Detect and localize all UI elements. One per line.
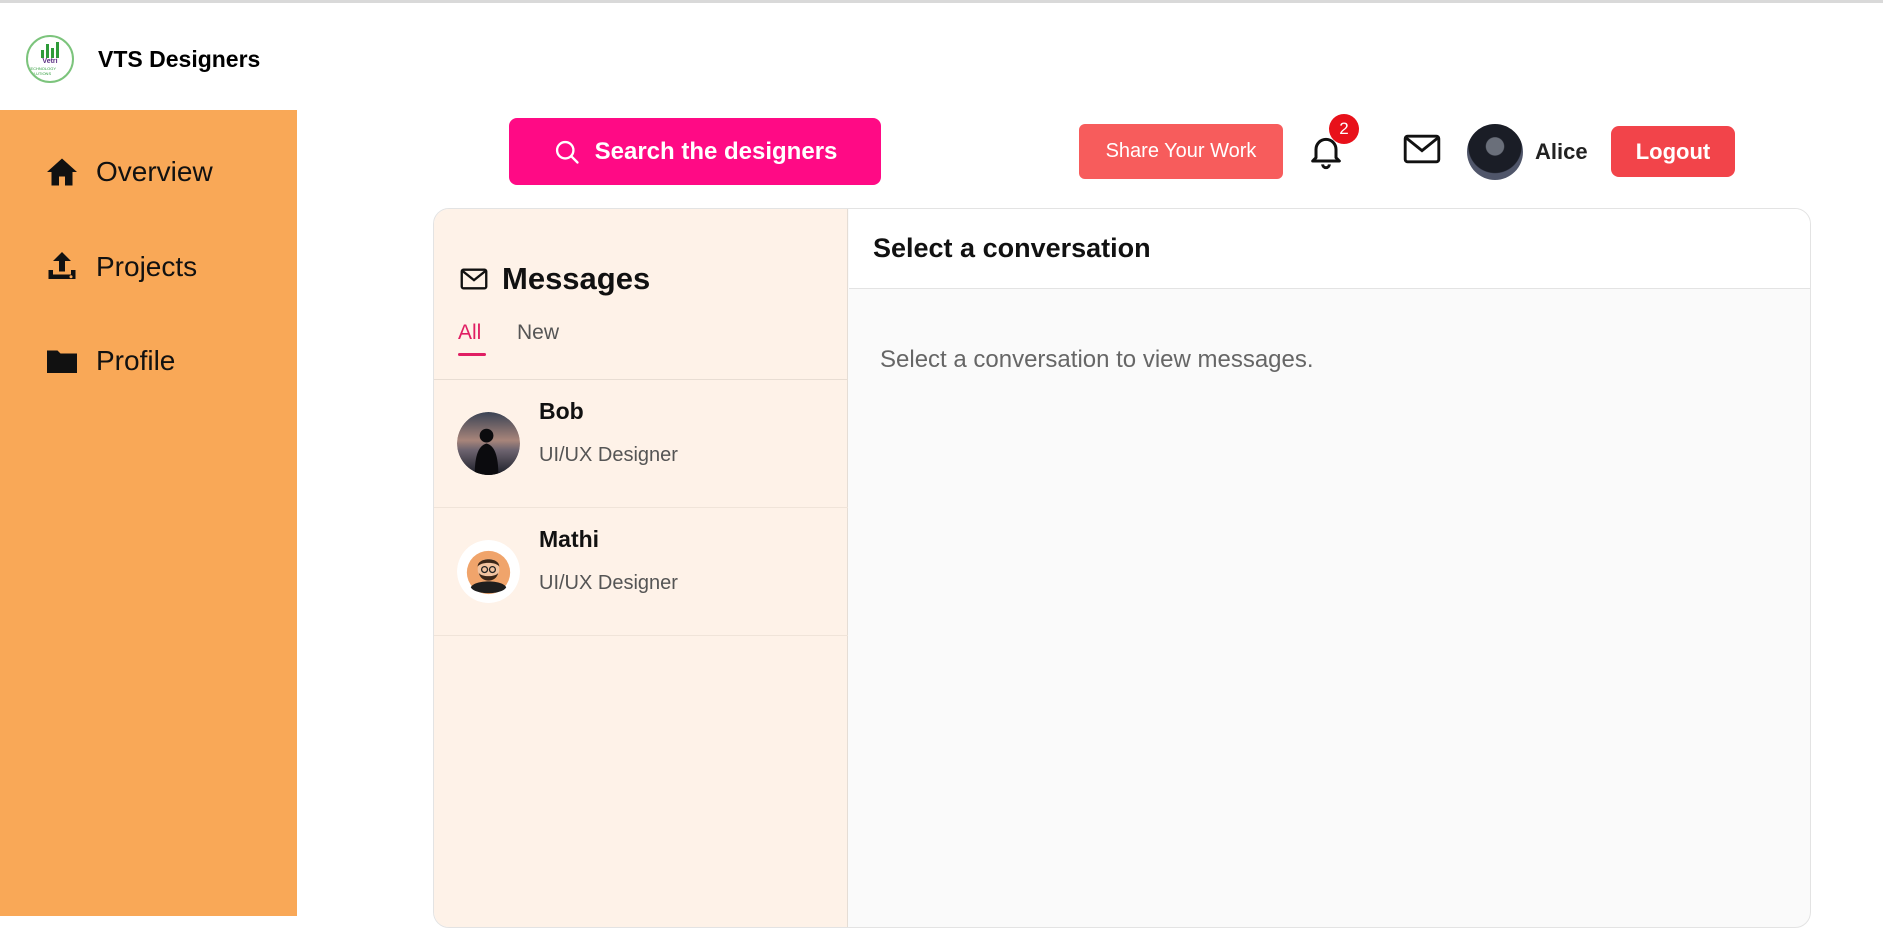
conversation-role: UI/UX Designer — [539, 572, 678, 594]
sidebar-item-label: Projects — [96, 251, 198, 282]
notification-badge: 2 — [1329, 114, 1359, 144]
brand-logo: Vetri TECHNOLOGY SOLUTIONS — [26, 35, 74, 83]
sidebar-item-label: Overview — [96, 156, 213, 187]
search-icon — [555, 140, 579, 164]
active-tab-indicator — [458, 353, 486, 356]
empty-state-text: Select a conversation to view messages. — [880, 346, 1314, 373]
logo-text: Vetri — [42, 58, 58, 65]
tab-all[interactable]: All — [458, 321, 481, 345]
logo-chart-icon — [41, 42, 59, 58]
messages-panel: Messages All New Bob UI/UX Designer Math… — [433, 208, 1811, 928]
sidebar: Overview Projects Profile — [0, 110, 297, 916]
search-designers-button[interactable]: Search the designers — [509, 118, 881, 185]
folder-icon — [47, 350, 77, 373]
user-name[interactable]: Alice — [1535, 139, 1588, 165]
conversation-item-mathi[interactable]: Mathi UI/UX Designer — [434, 508, 848, 636]
tab-new[interactable]: New — [517, 321, 559, 345]
logo-subtext: TECHNOLOGY SOLUTIONS — [28, 66, 56, 76]
brand[interactable]: Vetri TECHNOLOGY SOLUTIONS VTS Designers — [26, 35, 260, 83]
messages-title: Messages — [502, 261, 651, 296]
upload-icon — [48, 252, 76, 279]
conversation-name: Mathi — [539, 526, 600, 552]
conversation-header: Select a conversation — [849, 209, 1810, 289]
top-border — [0, 0, 1883, 3]
conversation-role: UI/UX Designer — [539, 444, 678, 466]
logout-button[interactable]: Logout — [1611, 126, 1735, 177]
conversation-title: Select a conversation — [873, 233, 1151, 263]
share-work-button[interactable]: Share Your Work — [1079, 124, 1283, 179]
messages-header: Messages — [460, 261, 650, 297]
avatar — [457, 412, 520, 475]
search-button-label: Search the designers — [594, 137, 838, 165]
mail-icon — [460, 268, 488, 290]
sidebar-item-overview[interactable]: Overview — [44, 154, 213, 190]
conversation-name: Bob — [539, 398, 584, 424]
avatar — [457, 540, 520, 603]
home-icon — [47, 158, 77, 186]
conversation-list-pane: Messages All New Bob UI/UX Designer Math… — [434, 209, 848, 927]
mail-icon[interactable] — [1402, 133, 1442, 165]
sidebar-item-label: Profile — [96, 345, 176, 376]
brand-name: VTS Designers — [98, 45, 261, 72]
conversation-item-bob[interactable]: Bob UI/UX Designer — [434, 380, 848, 508]
sidebar-item-profile[interactable]: Profile — [44, 343, 175, 379]
sidebar-item-projects[interactable]: Projects — [44, 249, 197, 285]
user-avatar[interactable] — [1467, 124, 1523, 180]
